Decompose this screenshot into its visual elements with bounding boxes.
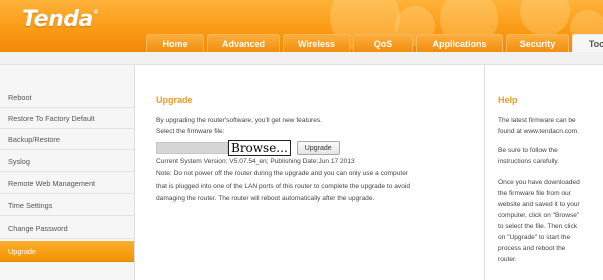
- sidebar-item-label: Change Password: [8, 223, 68, 233]
- logo-text: Tenda: [22, 7, 93, 32]
- sidebar-item-time-settings[interactable]: Time Settings: [0, 195, 134, 216]
- tab-home[interactable]: Home: [146, 34, 204, 52]
- tab-advanced[interactable]: Advanced: [207, 34, 280, 52]
- firmware-file-field[interactable]: [156, 142, 228, 154]
- content-top-band: [0, 52, 603, 65]
- help-line: Once you have downloaded: [498, 179, 580, 186]
- select-file-label: Select the firmware file:: [156, 128, 225, 135]
- sidebar-item-label: Upgrade: [8, 246, 36, 256]
- help-line: computer, click on "Browse": [498, 212, 580, 219]
- sidebar-item-label: Syslog: [8, 156, 30, 166]
- sidebar-item-remote-web-management[interactable]: Remote Web Management: [0, 173, 134, 194]
- tab-label: Wireless: [298, 38, 335, 49]
- trademark-symbol: ®: [92, 9, 99, 16]
- help-line: the firmware file from our: [498, 190, 571, 197]
- note-line: that is plugged into one of the LAN port…: [156, 183, 411, 190]
- tab-label: Applications: [432, 38, 487, 49]
- version-info: Current System Version: V5.07.54_en; Pub…: [156, 158, 355, 165]
- help-line: The latest firmware can be: [498, 117, 576, 124]
- tab-label: Security: [519, 38, 556, 49]
- help-line: to select the file. Then click: [498, 223, 578, 230]
- tab-applications[interactable]: Applications: [416, 34, 503, 52]
- tab-label: Tools: [588, 38, 603, 49]
- sidebar-item-upgrade[interactable]: Upgrade: [0, 241, 134, 262]
- help-line: website and saved it to your: [498, 201, 580, 208]
- sidebar-item-backup-restore[interactable]: Backup/Restore: [0, 129, 134, 150]
- tab-label: QoS: [373, 38, 393, 49]
- upgrade-button[interactable]: Upgrade: [296, 141, 340, 155]
- decorative-bokeh: [520, 0, 570, 36]
- help-line: Be sure to follow the: [498, 147, 558, 154]
- browse-button[interactable]: Browse...: [228, 140, 291, 156]
- tab-label: Home: [162, 38, 188, 49]
- help-line: found at www.tendacn.com.: [498, 128, 580, 135]
- help-paragraph: Once you have downloaded the firmware fi…: [498, 177, 601, 265]
- tab-security[interactable]: Security: [506, 34, 569, 52]
- note-line: damaging the router. The router will reb…: [156, 195, 375, 202]
- sidebar-item-reboot[interactable]: Reboot: [0, 87, 134, 108]
- help-line: process and reboot the: [498, 245, 566, 252]
- page-title: Upgrade: [156, 95, 193, 105]
- main-nav-tabs: Home Advanced Wireless QoS Applications …: [146, 34, 603, 52]
- help-panel: Help The latest firmware can be found at…: [484, 65, 603, 280]
- tab-label: Advanced: [221, 38, 265, 49]
- sidebar-item-syslog[interactable]: Syslog: [0, 151, 134, 172]
- help-paragraph: Be sure to follow the instructions caref…: [498, 145, 601, 167]
- header-banner: Tenda® Home Advanced Wireless QoS Applic…: [0, 0, 603, 52]
- sidebar-item-label: Reboot: [8, 92, 32, 102]
- help-line: on "Upgrade" to start the: [498, 234, 571, 241]
- note-line: Note: Do not power off the router during…: [156, 170, 409, 177]
- sidebar-menu: Reboot Restore To Factory Default Backup…: [0, 65, 135, 280]
- tenda-logo: Tenda®: [22, 7, 99, 32]
- help-line: router.: [498, 256, 517, 263]
- help-line: instructions carefully.: [498, 158, 560, 165]
- tab-wireless[interactable]: Wireless: [283, 34, 350, 52]
- help-title: Help: [498, 95, 518, 105]
- sidebar-item-label: Time Settings: [8, 200, 53, 210]
- sidebar-item-label: Backup/Restore: [8, 134, 60, 144]
- tab-tools[interactable]: Tools: [572, 34, 603, 52]
- tab-qos[interactable]: QoS: [353, 34, 413, 52]
- main-panel: Upgrade By upgrading the router'software…: [136, 65, 484, 280]
- sidebar-item-label: Restore To Factory Default: [8, 113, 95, 123]
- sidebar-item-restore-factory-default[interactable]: Restore To Factory Default: [0, 108, 134, 129]
- sidebar-item-change-password[interactable]: Change Password: [0, 218, 134, 239]
- help-paragraph: The latest firmware can be found at www.…: [498, 115, 601, 137]
- file-select-row: Browse... Upgrade: [156, 140, 340, 156]
- sidebar-item-label: Remote Web Management: [8, 178, 96, 188]
- intro-text: By upgrading the router'software, you'll…: [156, 117, 322, 124]
